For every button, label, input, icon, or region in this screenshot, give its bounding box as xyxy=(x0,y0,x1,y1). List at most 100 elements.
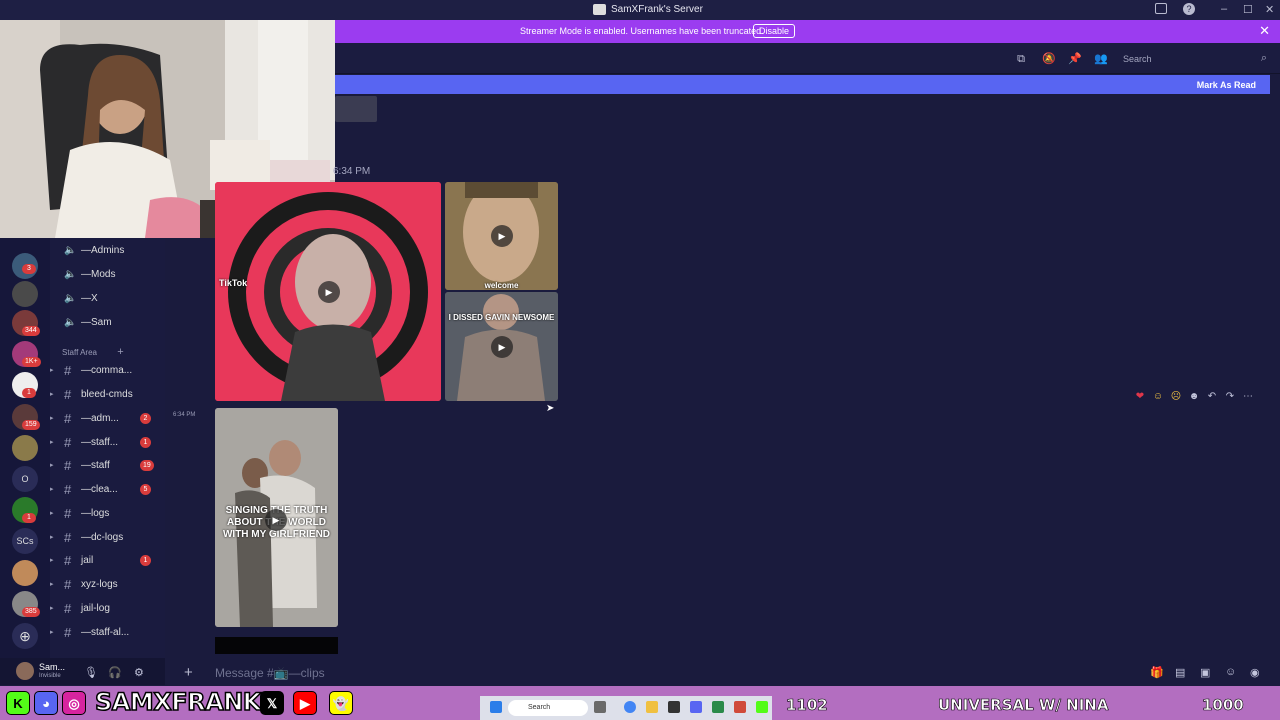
file-explorer-icon[interactable] xyxy=(646,701,658,713)
chrome-icon[interactable] xyxy=(624,701,636,713)
more-icon[interactable]: ⋯ xyxy=(1241,391,1255,407)
server-icon[interactable] xyxy=(12,435,38,461)
reply-icon[interactable]: ↶ xyxy=(1205,391,1219,407)
minimize-button[interactable]: – xyxy=(1221,3,1227,15)
threads-icon[interactable]: ⧉ xyxy=(1015,53,1027,65)
settings-gear-icon[interactable]: ⚙ xyxy=(134,666,144,679)
screen-share-icon[interactable] xyxy=(1155,3,1167,14)
avatar[interactable] xyxy=(16,662,34,680)
notification-bell-icon[interactable]: 🔕 xyxy=(1042,53,1056,65)
forward-icon[interactable]: ↷ xyxy=(1223,391,1237,407)
laugh-reaction-icon[interactable]: ☺ xyxy=(1151,391,1165,407)
chevron-right-icon: ▸ xyxy=(50,510,54,517)
voice-channel[interactable]: 🔈 —Mods xyxy=(50,264,165,284)
attach-plus-icon[interactable]: + xyxy=(184,664,193,681)
search-input[interactable]: Search ⌕ xyxy=(1119,51,1269,67)
video-attachment[interactable]: ▶ welcome xyxy=(445,182,558,290)
heart-reaction-icon[interactable]: ❤ xyxy=(1133,391,1147,407)
text-channel[interactable]: ▸ # —adm... 2 xyxy=(50,408,165,428)
text-channel[interactable]: ▸ # —clea... 5 xyxy=(50,479,165,499)
taskbar-search[interactable]: Search xyxy=(508,700,588,716)
help-icon[interactable]: ? xyxy=(1183,3,1195,15)
server-icon[interactable] xyxy=(12,560,38,586)
instagram-icon: ◎ xyxy=(62,691,86,715)
play-icon[interactable]: ▶ xyxy=(318,281,340,303)
emoji-icon[interactable]: ☺ xyxy=(1225,666,1236,678)
message-input[interactable]: Message #📺—clips xyxy=(215,666,325,680)
voice-channel[interactable]: 🔈 —X xyxy=(50,288,165,308)
text-channel[interactable]: ▸ # —dc-logs xyxy=(50,527,165,547)
play-icon[interactable]: ▶ xyxy=(491,225,513,247)
snapchat-icon: 👻 xyxy=(329,691,353,715)
text-channel[interactable]: ▸ # —staff... 1 xyxy=(50,432,165,452)
mark-as-read-button[interactable]: Mark As Read xyxy=(1197,80,1256,90)
taskview-icon[interactable] xyxy=(594,701,606,713)
add-channel-icon[interactable]: + xyxy=(117,346,123,358)
tiktok-label: TikTok xyxy=(219,278,248,288)
unread-badge: 385 xyxy=(22,607,40,617)
category-header[interactable]: Staff Area + xyxy=(62,346,124,358)
close-window-button[interactable]: ✕ xyxy=(1265,3,1274,16)
text-channel[interactable]: ▸ # —staff-al... xyxy=(50,622,165,642)
maximize-button[interactable]: ☐ xyxy=(1243,3,1253,16)
hash-icon: # xyxy=(64,362,72,378)
add-reaction-icon[interactable]: ☻ xyxy=(1187,391,1201,407)
members-icon[interactable]: 👥 xyxy=(1094,53,1108,65)
headphones-icon[interactable]: 🎧 xyxy=(108,666,122,679)
text-channel[interactable]: ▸ # bleed-cmds xyxy=(50,384,165,404)
video-attachment[interactable] xyxy=(215,637,338,654)
streamer-mode-banner: Streamer Mode is enabled. Usernames have… xyxy=(335,20,1280,43)
app-icon[interactable] xyxy=(756,701,768,713)
x-icon: 𝕏 xyxy=(260,691,284,715)
unread-badge: 344 xyxy=(22,326,40,336)
server-rail: 3 344 1K+ 1 159 O 1 SCs 385 ⊕ xyxy=(0,238,50,658)
pin-icon[interactable]: 📌 xyxy=(1068,53,1082,65)
text-channel[interactable]: ▸ # jail 1 xyxy=(50,550,165,570)
app-icon[interactable] xyxy=(734,701,746,713)
disable-button[interactable]: Disable xyxy=(753,24,796,38)
video-attachment[interactable]: I DISSED GAVIN NEWSOME ▶ xyxy=(445,292,558,401)
text-channel[interactable]: ▸ # —staff 19 xyxy=(50,455,165,475)
hash-icon: # xyxy=(64,576,72,592)
server-icon[interactable] xyxy=(12,281,38,307)
apps-icon[interactable]: ◉ xyxy=(1250,666,1260,679)
discord-taskbar-icon[interactable] xyxy=(690,701,702,713)
gif-icon[interactable]: ▤ xyxy=(1175,666,1185,679)
video-attachment[interactable]: TikTok ▶ xyxy=(215,182,441,401)
video-attachment[interactable]: SINGING THE TRUTH ABOUT THE WORLD WITH M… xyxy=(215,408,338,627)
hash-icon: # xyxy=(64,386,72,402)
text-channel[interactable]: ▸ # —logs xyxy=(50,503,165,523)
play-icon[interactable]: ▶ xyxy=(265,509,287,531)
microphone-icon[interactable]: 🎙 xyxy=(84,666,98,679)
voice-channel[interactable]: 🔈 —Admins xyxy=(50,240,165,260)
video-caption: I DISSED GAVIN NEWSOME xyxy=(448,313,555,322)
streamer-brand: SAMXFRANK xyxy=(94,687,262,717)
speaker-icon: 🔈 xyxy=(64,244,77,256)
close-icon[interactable]: ✕ xyxy=(1259,23,1270,39)
previous-attachment[interactable] xyxy=(335,96,377,122)
text-channel[interactable]: ▸ # xyz-logs xyxy=(50,574,165,594)
title-bar: SamXFrank's Server ? – ☐ ✕ xyxy=(0,0,1280,20)
add-server-icon[interactable]: ⊕ xyxy=(12,623,38,649)
text-channel[interactable]: ▸ # —comma... xyxy=(50,360,165,380)
video-caption: welcome xyxy=(484,281,519,290)
unread-badge: 1 xyxy=(22,388,36,398)
chevron-right-icon: ▸ xyxy=(50,415,54,422)
cry-reaction-icon[interactable]: ☹ xyxy=(1169,391,1183,407)
play-icon[interactable]: ▶ xyxy=(491,336,513,358)
voice-channel[interactable]: 🔈 —Sam xyxy=(50,312,165,332)
text-channel[interactable]: ▸ # jail-log xyxy=(50,598,165,618)
app-icon[interactable] xyxy=(712,701,724,713)
stat-center: UNIVERSAL W/ NINA xyxy=(938,696,1109,715)
server-icon[interactable]: O xyxy=(12,466,38,492)
user-status: Invisible xyxy=(39,673,61,679)
gift-icon[interactable]: 🎁 xyxy=(1150,666,1164,679)
windows-start-icon[interactable] xyxy=(490,701,502,713)
mention-badge: 1 xyxy=(140,554,151,566)
chevron-right-icon: ▸ xyxy=(50,486,54,493)
channel-list: 🔈 —Admins 🔈 —Mods 🔈 —X 🔈 —Sam Staff Area… xyxy=(50,238,165,658)
mention-badge: 2 xyxy=(140,412,151,424)
store-icon[interactable] xyxy=(668,701,680,713)
server-icon[interactable]: SCs xyxy=(12,528,38,554)
sticker-icon[interactable]: ▣ xyxy=(1200,666,1210,679)
